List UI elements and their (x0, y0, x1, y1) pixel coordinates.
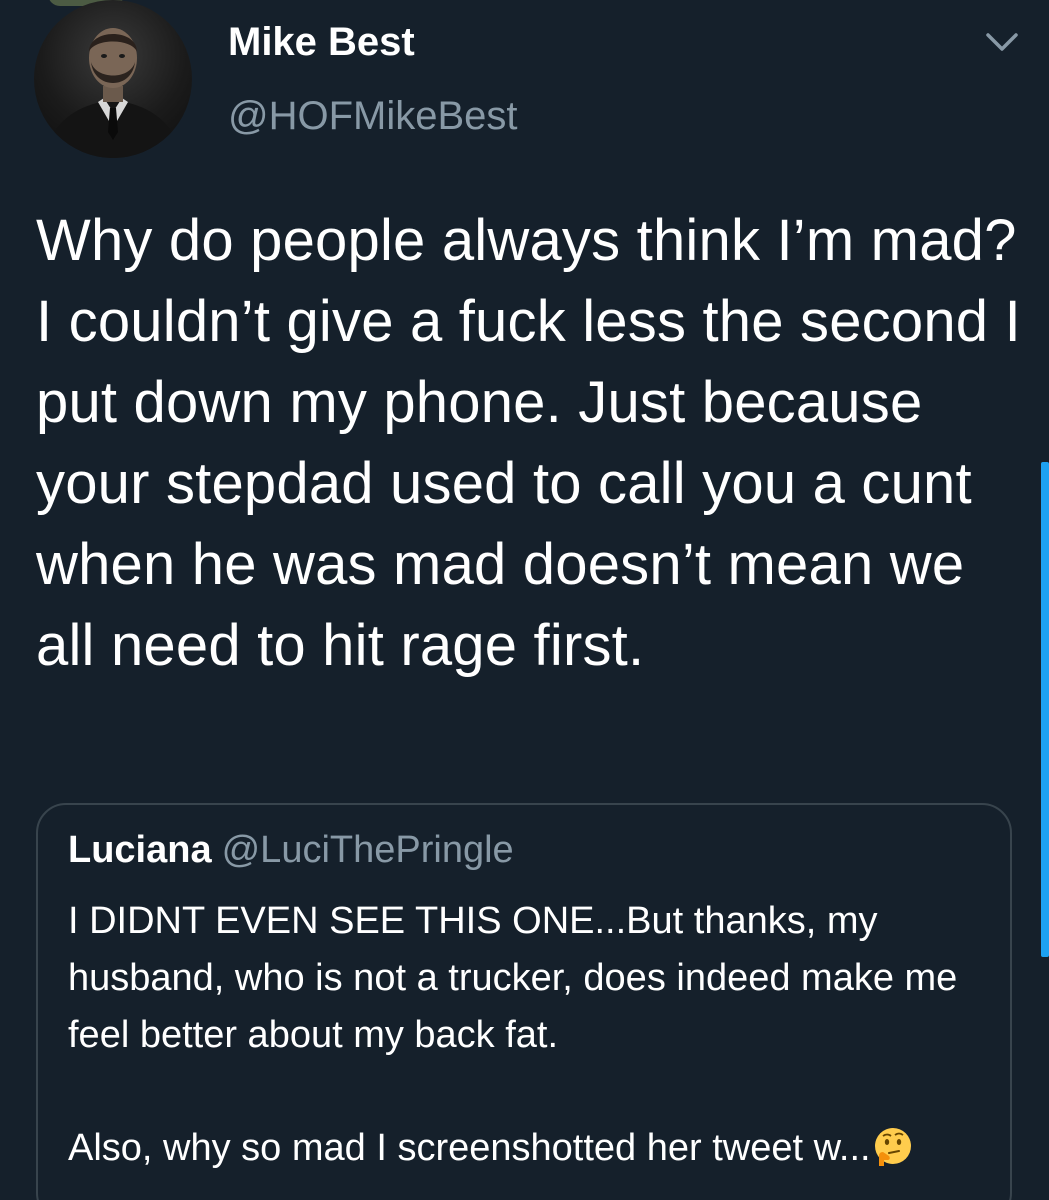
avatar-portrait-icon (44, 28, 182, 158)
quoted-author-name: Luciana (68, 829, 212, 871)
quoted-author-handle: @LuciThePringle (221, 829, 514, 871)
quoted-tweet-text: I DIDNT EVEN SEE THIS ONE...But thanks, … (68, 900, 958, 1056)
quoted-tweet-header: Luciana @LuciThePringle (68, 829, 514, 872)
tweet-text: Why do people always think I’m mad? I co… (36, 208, 1038, 678)
quoted-tweet-last-line: Also, why so mad I screenshotted her twe… (68, 1120, 913, 1177)
author-handle[interactable]: @HOFMikeBest (228, 94, 518, 139)
author-avatar[interactable] (34, 0, 192, 158)
author-name[interactable]: Mike Best (228, 20, 415, 65)
tweet: Mike Best @HOFMikeBest Why do people alw… (0, 0, 1049, 1200)
thinking-face-icon (873, 1126, 913, 1166)
scrollbar-thumb[interactable] (1041, 462, 1049, 957)
quoted-tweet-truncated-text: Also, why so mad I screenshotted her twe… (68, 1127, 871, 1169)
quoted-tweet-card[interactable]: Luciana @LuciThePringle I DIDNT EVEN SEE … (36, 803, 1012, 1200)
chevron-down-icon[interactable] (984, 30, 1020, 54)
